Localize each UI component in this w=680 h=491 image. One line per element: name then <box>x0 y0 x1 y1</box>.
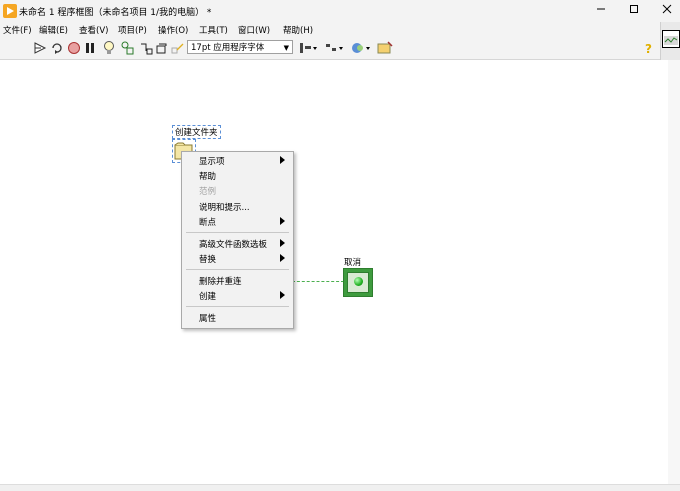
menu-item-label: 替换 <box>199 255 217 265</box>
create-folder-label[interactable]: 创建文件夹 <box>172 125 221 139</box>
menu-item-label: 断点 <box>199 218 217 228</box>
menu-item-replace[interactable]: 替换 <box>182 251 293 266</box>
step-into-icon[interactable] <box>139 40 153 56</box>
svg-text:?: ? <box>645 42 652 56</box>
vi-icon <box>662 30 680 48</box>
menu-item-label: 高级文件函数选板 <box>199 240 268 250</box>
run-continuously-icon[interactable] <box>50 40 64 56</box>
menu-item-label: 范例 <box>199 187 217 197</box>
submenu-arrow-icon <box>280 291 285 299</box>
menu-item-label: 删除并重连 <box>199 277 242 287</box>
menu-separator <box>186 232 289 233</box>
menu-project[interactable]: 项目(P) <box>118 24 147 36</box>
menu-help[interactable]: 帮助(H) <box>283 24 313 36</box>
window-title: 未命名 1 程序框图（未命名项目 1/我的电脑） * <box>19 8 212 18</box>
block-diagram-canvas[interactable] <box>0 60 668 484</box>
context-menu: 显示项 帮助 范例 说明和提示... 断点 高级文件函数选板 替换 删除并重连 … <box>181 151 294 329</box>
distribute-objects-icon[interactable] <box>324 40 344 56</box>
menu-separator <box>186 269 289 270</box>
minimize-icon <box>597 8 605 10</box>
menu-item-label: 创建 <box>199 292 217 302</box>
menu-item-breakpoint[interactable]: 断点 <box>182 214 293 229</box>
cancel-terminal-label[interactable]: 取消 <box>344 256 361 268</box>
vertical-scrollbar[interactable] <box>668 60 680 484</box>
menu-window[interactable]: 窗口(W) <box>238 24 270 36</box>
menu-item-properties[interactable]: 属性 <box>182 310 293 325</box>
cleanup-diagram-icon[interactable] <box>376 40 394 56</box>
highlight-execution-icon[interactable] <box>103 40 115 56</box>
menu-operate[interactable]: 操作(O) <box>158 24 188 36</box>
menu-item-examples: 范例 <box>182 183 293 198</box>
reorder-icon[interactable] <box>350 40 372 56</box>
menu-item-delete-and-rewire[interactable]: 删除并重连 <box>182 273 293 288</box>
menu-item-label: 帮助 <box>199 172 217 182</box>
cancel-terminal-body <box>347 272 369 293</box>
menu-item-create[interactable]: 创建 <box>182 288 293 303</box>
menu-item-label: 说明和提示... <box>199 203 250 213</box>
toolbar: ? <box>0 37 660 60</box>
menu-item-label: 显示项 <box>199 157 225 167</box>
maximize-button[interactable] <box>625 3 643 19</box>
help-icon[interactable]: ? <box>643 40 655 56</box>
menu-item-show-items[interactable]: 显示项 <box>182 153 293 168</box>
close-icon <box>662 4 672 14</box>
abort-icon[interactable] <box>67 40 81 56</box>
cancel-terminal[interactable] <box>343 268 373 297</box>
step-out-icon[interactable] <box>171 40 185 56</box>
boolean-led-icon <box>354 277 363 286</box>
menu-bar: 文件(F) 编辑(E) 查看(V) 项目(P) 操作(O) 工具(T) 窗口(W… <box>0 22 660 37</box>
font-selector-value: 17pt 应用程序字体 <box>191 43 265 53</box>
labview-app-icon <box>3 4 17 18</box>
vi-icon-panel <box>660 22 680 60</box>
pause-icon[interactable] <box>84 40 96 56</box>
menu-view[interactable]: 查看(V) <box>79 24 108 36</box>
menu-edit[interactable]: 编辑(E) <box>39 24 68 36</box>
retain-wire-values-icon[interactable] <box>121 40 135 56</box>
menu-item-help[interactable]: 帮助 <box>182 168 293 183</box>
submenu-arrow-icon <box>280 239 285 247</box>
menu-item-advanced-file-palette[interactable]: 高级文件函数选板 <box>182 236 293 251</box>
boolean-wire[interactable] <box>292 281 344 282</box>
align-objects-icon[interactable] <box>298 40 318 56</box>
menu-item-label: 属性 <box>199 314 217 324</box>
run-arrow-icon[interactable] <box>33 40 47 56</box>
menu-tools[interactable]: 工具(T) <box>199 24 228 36</box>
chevron-down-icon: ▼ <box>283 44 289 52</box>
submenu-arrow-icon <box>280 254 285 262</box>
minimize-button[interactable] <box>592 3 610 19</box>
submenu-arrow-icon <box>280 217 285 225</box>
step-over-icon[interactable] <box>156 40 168 56</box>
title-bar: 未命名 1 程序框图（未命名项目 1/我的电脑） * <box>0 0 680 22</box>
menu-separator <box>186 306 289 307</box>
close-button[interactable] <box>658 3 676 19</box>
menu-file[interactable]: 文件(F) <box>3 24 32 36</box>
maximize-icon <box>630 5 638 13</box>
submenu-arrow-icon <box>280 156 285 164</box>
font-selector[interactable]: 17pt 应用程序字体 ▼ <box>187 40 293 54</box>
menu-item-description-and-tips[interactable]: 说明和提示... <box>182 199 293 214</box>
